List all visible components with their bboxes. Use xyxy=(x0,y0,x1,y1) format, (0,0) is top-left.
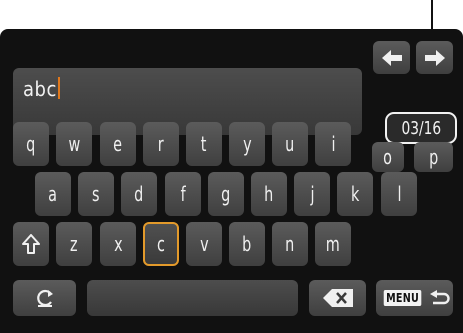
key-label: r xyxy=(158,132,164,156)
key-i[interactable]: i xyxy=(315,122,351,166)
key-label: i xyxy=(331,132,335,156)
key-c[interactable]: c xyxy=(143,222,179,266)
key-label: j xyxy=(310,182,314,206)
key-r[interactable]: r xyxy=(143,122,179,166)
input-text: abc xyxy=(23,77,57,101)
key-d[interactable]: d xyxy=(121,172,157,216)
key-label: o xyxy=(383,145,393,169)
shift-icon xyxy=(22,234,40,254)
key-label: y xyxy=(242,132,252,156)
key-v[interactable]: v xyxy=(186,222,222,266)
return-icon xyxy=(429,290,450,305)
text-cursor xyxy=(57,77,60,99)
character-counter: 03/16 xyxy=(385,112,457,144)
key-n[interactable]: n xyxy=(272,222,308,266)
mode-switch-icon xyxy=(36,289,53,307)
key-label: k xyxy=(350,182,360,206)
key-z[interactable]: z xyxy=(56,222,92,266)
space-bar[interactable] xyxy=(87,280,298,316)
cursor-right-button[interactable] xyxy=(416,41,453,74)
key-l[interactable]: l xyxy=(381,172,417,216)
key-u[interactable]: u xyxy=(272,122,308,166)
key-label: p xyxy=(428,145,439,169)
key-label: f xyxy=(180,182,186,206)
key-b[interactable]: b xyxy=(229,222,265,266)
key-label: n xyxy=(285,232,295,256)
key-label: s xyxy=(92,182,100,206)
key-label: v xyxy=(199,232,209,256)
key-label: g xyxy=(221,182,231,206)
key-label: q xyxy=(26,132,36,156)
key-k[interactable]: k xyxy=(337,172,373,216)
key-label: w xyxy=(68,132,80,156)
key-label: d xyxy=(134,182,144,206)
camera-screen: abc 03/16 q w e r t y u i o p a s d f g … xyxy=(0,29,463,333)
menu-label: MENU xyxy=(383,290,422,306)
key-label: m xyxy=(325,232,341,256)
key-label: c xyxy=(157,232,165,256)
key-label: t xyxy=(201,132,207,156)
key-t[interactable]: t xyxy=(186,122,222,166)
backspace-icon xyxy=(322,289,353,307)
key-x[interactable]: x xyxy=(100,222,136,266)
key-h[interactable]: h xyxy=(251,172,287,216)
arrow-right-icon xyxy=(424,49,445,66)
key-s[interactable]: s xyxy=(78,172,114,216)
key-label: h xyxy=(264,182,274,206)
key-j[interactable]: j xyxy=(294,172,330,216)
key-label: b xyxy=(242,232,252,256)
key-y[interactable]: y xyxy=(229,122,265,166)
key-f[interactable]: f xyxy=(165,172,201,216)
key-label: x xyxy=(113,232,123,256)
menu-return-button[interactable]: MENU xyxy=(376,280,453,316)
key-a[interactable]: a xyxy=(35,172,71,216)
key-p[interactable]: p xyxy=(414,142,453,172)
character-count-text: 03/16 xyxy=(401,117,441,139)
key-label: e xyxy=(113,132,123,156)
key-e[interactable]: e xyxy=(100,122,136,166)
key-m[interactable]: m xyxy=(315,222,351,266)
key-label: l xyxy=(397,182,401,206)
key-q[interactable]: q xyxy=(13,122,49,166)
key-label: a xyxy=(48,182,58,206)
arrow-left-icon xyxy=(381,49,402,66)
key-g[interactable]: g xyxy=(208,172,244,216)
mode-switch-button[interactable] xyxy=(13,280,76,316)
key-o[interactable]: o xyxy=(372,142,404,172)
key-w[interactable]: w xyxy=(56,122,92,166)
delete-button[interactable] xyxy=(309,280,366,316)
shift-key[interactable] xyxy=(13,222,49,266)
key-label: u xyxy=(285,132,295,156)
key-label: z xyxy=(70,232,78,256)
cursor-left-button[interactable] xyxy=(373,41,410,74)
